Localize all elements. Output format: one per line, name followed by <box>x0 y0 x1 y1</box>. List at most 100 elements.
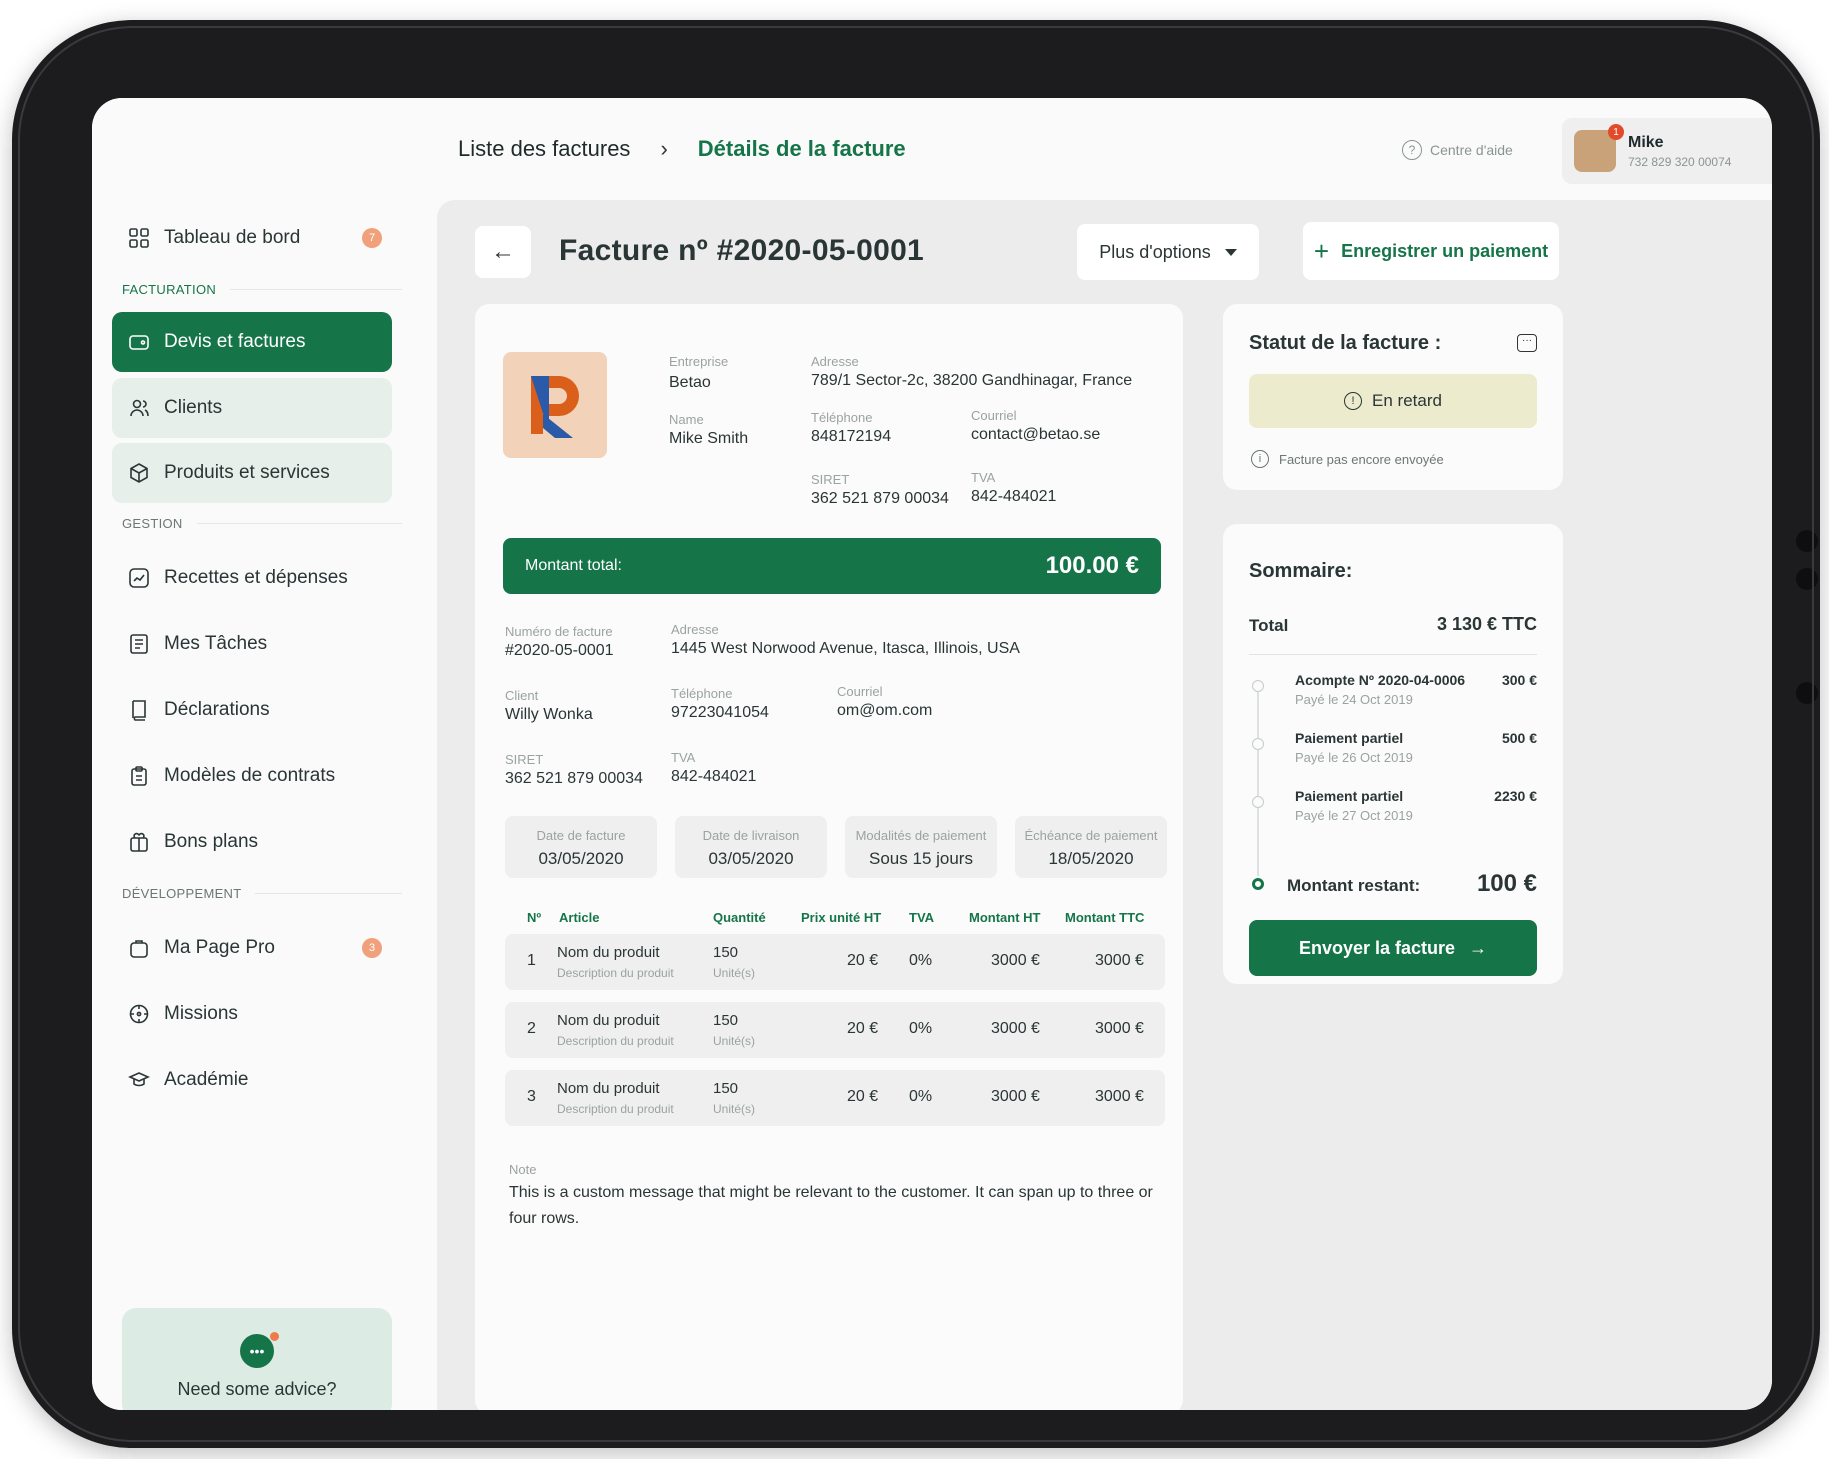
sidebar-item-products[interactable]: Produits et services <box>112 443 392 503</box>
target-icon <box>128 1003 150 1025</box>
row-number: 2 <box>527 1020 536 1037</box>
sidebar-item-contract-templates[interactable]: Modèles de contrats <box>112 746 392 806</box>
vat: 0% <box>909 1020 933 1037</box>
date-value: 18/05/2020 <box>1048 849 1134 868</box>
wallet-icon <box>128 331 150 353</box>
total-value: 100.00 € <box>1045 552 1139 579</box>
name-value: Mike Smith <box>669 430 749 447</box>
summary-card: Sommaire: Total 3 130 € TTC Acompte Nº 2… <box>1223 524 1563 984</box>
breadcrumb: Liste des factures › Détails de la factu… <box>458 136 906 162</box>
phone-value: 848172194 <box>811 428 892 445</box>
product-description: Description du produit <box>557 966 674 980</box>
arrow-right-icon: → <box>1469 937 1488 958</box>
total-amount-bar: Montant total: 100.00 € <box>503 538 1161 594</box>
status-card: Statut de la facture : ··· ! En retard i… <box>1223 304 1563 490</box>
payment-date: Payé le 27 Oct 2019 <box>1295 808 1413 823</box>
client-address-value: 1445 West Norwood Avenue, Itasca, Illino… <box>671 640 1020 657</box>
breadcrumb-parent[interactable]: Liste des factures <box>458 136 630 162</box>
table-row[interactable]: 1 Nom du produit Description du produit … <box>505 934 1165 990</box>
sidebar-item-label: Bons plans <box>164 831 259 852</box>
count-badge: 7 <box>362 228 382 248</box>
client-label: Client <box>505 688 539 703</box>
client-tva-value: 842-484021 <box>671 768 757 785</box>
sidebar-item-academy[interactable]: Académie <box>112 1050 392 1110</box>
product-description: Description du produit <box>557 1102 674 1116</box>
sidebar-item-label: Recettes et dépenses <box>164 567 348 588</box>
table-row[interactable]: 2 Nom du produit Description du produit … <box>505 1002 1165 1058</box>
page-title: Facture nº #2020-05-0001 <box>559 234 925 267</box>
siret-label: SIRET <box>811 472 850 487</box>
client-siret-label: SIRET <box>505 752 544 767</box>
chevron-down-icon <box>1224 248 1237 256</box>
breadcrumb-current: Détails de la facture <box>697 136 906 161</box>
notification-dot <box>270 1332 279 1341</box>
client-tva-label: TVA <box>671 750 696 765</box>
client-email-value: om@om.com <box>837 702 933 719</box>
row-number: 1 <box>527 952 536 969</box>
amount-ttc: 3000 € <box>1095 1020 1144 1037</box>
summary-total-value: 3 130 € TTC <box>1436 614 1537 634</box>
clipboard-icon <box>128 765 150 787</box>
company-value: Betao <box>669 374 711 391</box>
sidebar-item-label: Clients <box>164 397 223 418</box>
quantity: 150 <box>713 1012 739 1029</box>
unit-price: 20 € <box>847 952 879 969</box>
more-options-button[interactable]: Plus d'options <box>1077 224 1259 280</box>
more-icon[interactable]: ··· <box>1517 334 1537 352</box>
payment-value: 2230 € <box>1494 788 1537 804</box>
date-value: 03/05/2020 <box>538 849 624 868</box>
vat: 0% <box>909 952 933 969</box>
camera <box>1796 682 1818 704</box>
send-invoice-button[interactable]: Envoyer la facture → <box>1249 920 1537 976</box>
camera <box>1796 568 1818 590</box>
back-button[interactable]: ← <box>475 226 531 278</box>
help-center-link[interactable]: ? Centre d'aide <box>1402 140 1513 160</box>
user-id: 732 829 320 00074 <box>1628 154 1732 169</box>
table-header: Montant HT <box>969 910 1041 925</box>
sidebar-item-deals[interactable]: Bons plans <box>112 812 392 872</box>
sidebar-item-declarations[interactable]: Déclarations <box>112 680 392 740</box>
email-label: Courriel <box>971 408 1017 423</box>
date-label: Date de facture <box>536 828 626 843</box>
advice-card[interactable]: ••• Need some advice? <box>122 1308 392 1410</box>
remaining-label: Montant restant: <box>1287 876 1421 895</box>
main-content: ← Facture nº #2020-05-0001 Plus d'option… <box>437 200 1772 1410</box>
table-row[interactable]: 3 Nom du produit Description du produit … <box>505 1070 1165 1126</box>
timeline-line <box>1257 686 1259 876</box>
timeline-dot-current <box>1252 878 1264 890</box>
sidebar-item-clients[interactable]: Clients <box>112 378 392 438</box>
box-icon <box>128 462 150 484</box>
payment-name: Paiement partiel <box>1295 730 1404 746</box>
unit-price: 20 € <box>847 1020 879 1037</box>
user-menu[interactable]: 1 Mike 732 829 320 00074 <box>1562 118 1772 184</box>
sidebar-item-quotes-invoices[interactable]: Devis et factures <box>112 312 392 372</box>
client-email-label: Courriel <box>837 684 883 699</box>
sidebar: Tableau de bord 7 FACTURATION Devis et f… <box>92 98 422 1410</box>
client-siret-value: 362 521 879 00034 <box>505 770 643 787</box>
sidebar-item-missions[interactable]: Missions <box>112 984 392 1044</box>
sidebar-item-income-expenses[interactable]: Recettes et dépenses <box>112 548 392 608</box>
user-name: Mike <box>1628 133 1664 151</box>
payment-value: 300 € <box>1501 672 1537 688</box>
more-options-label: Plus d'options <box>1099 241 1211 262</box>
status-title: Statut de la facture : <box>1249 332 1442 354</box>
siret-value: 362 521 879 00034 <box>811 490 949 507</box>
sidebar-item-label: Mes Tâches <box>164 633 268 654</box>
remaining-value: 100 € <box>1476 870 1537 897</box>
book-icon <box>128 699 150 721</box>
invoice-number-label: Numéro de facture <box>505 624 613 639</box>
sidebar-item-tasks[interactable]: Mes Tâches <box>112 614 392 674</box>
users-icon <box>128 397 150 419</box>
payment-value: 500 € <box>1501 730 1537 746</box>
payment-name: Acompte Nº 2020-04-0006 <box>1295 672 1466 688</box>
name-label: Name <box>669 412 704 427</box>
record-payment-button[interactable]: + Enregistrer un paiement <box>1303 222 1559 280</box>
email-value: contact@betao.se <box>971 426 1101 443</box>
chart-icon <box>128 567 150 589</box>
sidebar-item-pro-page[interactable]: Ma Page Pro 3 <box>112 918 392 978</box>
due-date-box: Échéance de paiement 18/05/2020 <box>1015 816 1167 878</box>
graduation-cap-icon <box>128 1069 150 1091</box>
sidebar-item-dashboard[interactable]: Tableau de bord 7 <box>112 208 392 268</box>
date-label: Date de livraison <box>702 828 800 843</box>
table-header: Article <box>559 910 600 925</box>
